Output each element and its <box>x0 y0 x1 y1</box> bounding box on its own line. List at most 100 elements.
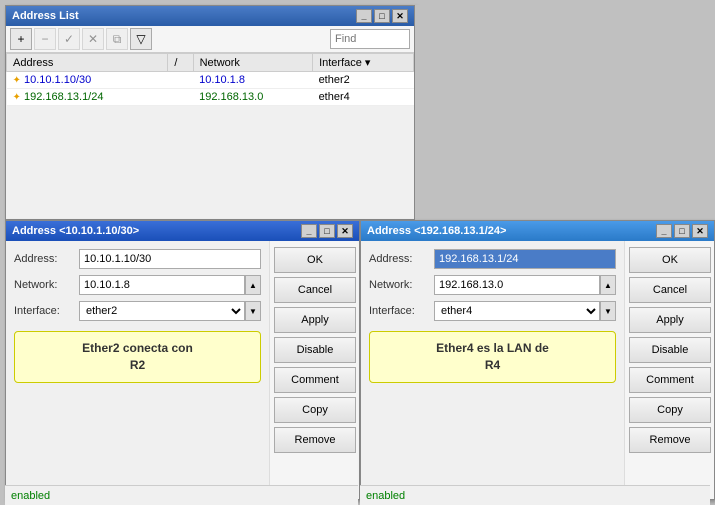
dialog-right-title: Address <192.168.13.1/24> _ □ ✕ <box>361 221 714 241</box>
maximize-button[interactable]: □ <box>674 224 690 238</box>
gray-area <box>415 5 710 220</box>
dialog-right-controls: _ □ ✕ <box>656 224 708 238</box>
interface-label: Interface: <box>369 305 434 317</box>
left-tooltip: Ether2 conecta conR2 <box>14 331 261 383</box>
interface-label: Interface: <box>14 305 79 317</box>
interface-dropdown-arrow[interactable]: ▼ <box>600 301 616 321</box>
interface-field-row: Interface: ether4 ▼ <box>369 301 616 321</box>
disable-button[interactable]: Disable <box>629 337 711 363</box>
ok-button[interactable]: OK <box>629 247 711 273</box>
minimize-button[interactable]: _ <box>301 224 317 238</box>
minimize-button[interactable]: _ <box>356 9 372 23</box>
dialog-left-title-text: Address <10.10.1.10/30> <box>12 225 139 237</box>
remove-button[interactable]: Remove <box>274 427 356 453</box>
status-right-text: enabled <box>366 490 405 502</box>
dialog-right-fields: Address: Network: ▲ Interface: ether4 ▼ <box>361 241 624 499</box>
slash-cell <box>168 89 193 106</box>
remove-button[interactable]: Remove <box>629 427 711 453</box>
address-label: Address: <box>369 253 434 265</box>
address-field-row: Address: <box>369 249 616 269</box>
dialog-left-window: Address <10.10.1.10/30> _ □ ✕ Address: N… <box>5 220 360 500</box>
network-field-with-arrow: ▲ <box>79 275 261 295</box>
remove-toolbar-button[interactable]: − <box>34 28 56 50</box>
copy-toolbar-button[interactable]: ⧉ <box>106 28 128 50</box>
dialog-right-content: Address: Network: ▲ Interface: ether4 ▼ <box>361 241 714 499</box>
network-cell: 192.168.13.0 <box>193 89 312 106</box>
interface-cell: ether4 <box>313 89 414 106</box>
dialog-right-title-text: Address <192.168.13.1/24> <box>367 225 506 237</box>
address-list-title: Address List _ □ ✕ <box>6 6 414 26</box>
dialog-left-buttons: OK Cancel Apply Disable Comment Copy Rem… <box>269 241 359 499</box>
add-button[interactable]: + <box>10 28 32 50</box>
table-row[interactable]: ✦ 192.168.13.1/24 192.168.13.0 ether4 <box>7 89 414 106</box>
comment-button[interactable]: Comment <box>274 367 356 393</box>
comment-button[interactable]: Comment <box>629 367 711 393</box>
network-field-row: Network: ▲ <box>14 275 261 295</box>
interface-select[interactable]: ether2 <box>79 301 245 321</box>
address-field-row: Address: <box>14 249 261 269</box>
interface-select[interactable]: ether4 <box>434 301 600 321</box>
filter-button[interactable]: ▽ <box>130 28 152 50</box>
interface-dropdown-container: ether2 ▼ <box>79 301 261 321</box>
toolbar: + − ✓ ✕ ⧉ ▽ <box>6 26 414 53</box>
right-tooltip: Ether4 es la LAN deR4 <box>369 331 616 383</box>
minimize-button[interactable]: _ <box>656 224 672 238</box>
address-list-controls: _ □ ✕ <box>356 9 408 23</box>
dialog-left-controls: _ □ ✕ <box>301 224 353 238</box>
close-button[interactable]: ✕ <box>337 224 353 238</box>
network-label: Network: <box>369 279 434 291</box>
network-label: Network: <box>14 279 79 291</box>
cancel-button[interactable]: Cancel <box>274 277 356 303</box>
network-field-with-arrow: ▲ <box>434 275 616 295</box>
apply-button[interactable]: Apply <box>274 307 356 333</box>
disable-button[interactable]: Disable <box>274 337 356 363</box>
network-up-arrow[interactable]: ▲ <box>245 275 261 295</box>
row-icon: ✦ <box>13 75 21 86</box>
status-bar-left: enabled <box>5 485 358 505</box>
address-table: Address / Network Interface ▾ ✦ 10.10.1.… <box>6 53 414 106</box>
maximize-button[interactable]: □ <box>319 224 335 238</box>
col-slash: / <box>168 54 193 72</box>
address-input[interactable] <box>434 249 616 269</box>
close-button[interactable]: ✕ <box>392 9 408 23</box>
address-list-title-text: Address List <box>12 10 79 22</box>
network-up-arrow[interactable]: ▲ <box>600 275 616 295</box>
address-label: Address: <box>14 253 79 265</box>
network-cell: 10.10.1.8 <box>193 72 312 89</box>
col-network[interactable]: Network <box>193 54 312 72</box>
dialog-right-window: Address <192.168.13.1/24> _ □ ✕ Address:… <box>360 220 715 500</box>
close-button[interactable]: ✕ <box>692 224 708 238</box>
cancel-button[interactable]: Cancel <box>629 277 711 303</box>
dialog-right-buttons: OK Cancel Apply Disable Comment Copy Rem… <box>624 241 714 499</box>
edit-button[interactable]: ✓ <box>58 28 80 50</box>
interface-field-row: Interface: ether2 ▼ <box>14 301 261 321</box>
cancel-toolbar-button[interactable]: ✕ <box>82 28 104 50</box>
address-input[interactable] <box>79 249 261 269</box>
interface-dropdown-arrow[interactable]: ▼ <box>245 301 261 321</box>
apply-button[interactable]: Apply <box>629 307 711 333</box>
find-input[interactable] <box>330 29 410 49</box>
row-icon: ✦ <box>13 92 21 103</box>
interface-cell: ether2 <box>313 72 414 89</box>
dialog-left-content: Address: Network: ▲ Interface: ether2 ▼ <box>6 241 359 499</box>
network-input[interactable] <box>79 275 245 295</box>
address-cell: 192.168.13.1/24 <box>24 91 104 103</box>
status-bar-right: enabled <box>360 485 710 505</box>
dialog-left-title: Address <10.10.1.10/30> _ □ ✕ <box>6 221 359 241</box>
dialog-left-fields: Address: Network: ▲ Interface: ether2 ▼ <box>6 241 269 499</box>
ok-button[interactable]: OK <box>274 247 356 273</box>
network-input[interactable] <box>434 275 600 295</box>
col-interface[interactable]: Interface ▾ <box>313 54 414 72</box>
maximize-button[interactable]: □ <box>374 9 390 23</box>
copy-button[interactable]: Copy <box>629 397 711 423</box>
copy-button[interactable]: Copy <box>274 397 356 423</box>
address-list-window: Address List _ □ ✕ + − ✓ ✕ ⧉ ▽ Address /… <box>5 5 415 220</box>
col-address[interactable]: Address <box>7 54 168 72</box>
address-cell: 10.10.1.10/30 <box>24 74 91 86</box>
table-row[interactable]: ✦ 10.10.1.10/30 10.10.1.8 ether2 <box>7 72 414 89</box>
address-table-container: Address / Network Interface ▾ ✦ 10.10.1.… <box>6 53 414 222</box>
slash-cell <box>168 72 193 89</box>
network-field-row: Network: ▲ <box>369 275 616 295</box>
interface-dropdown-container: ether4 ▼ <box>434 301 616 321</box>
status-left-text: enabled <box>11 490 50 502</box>
